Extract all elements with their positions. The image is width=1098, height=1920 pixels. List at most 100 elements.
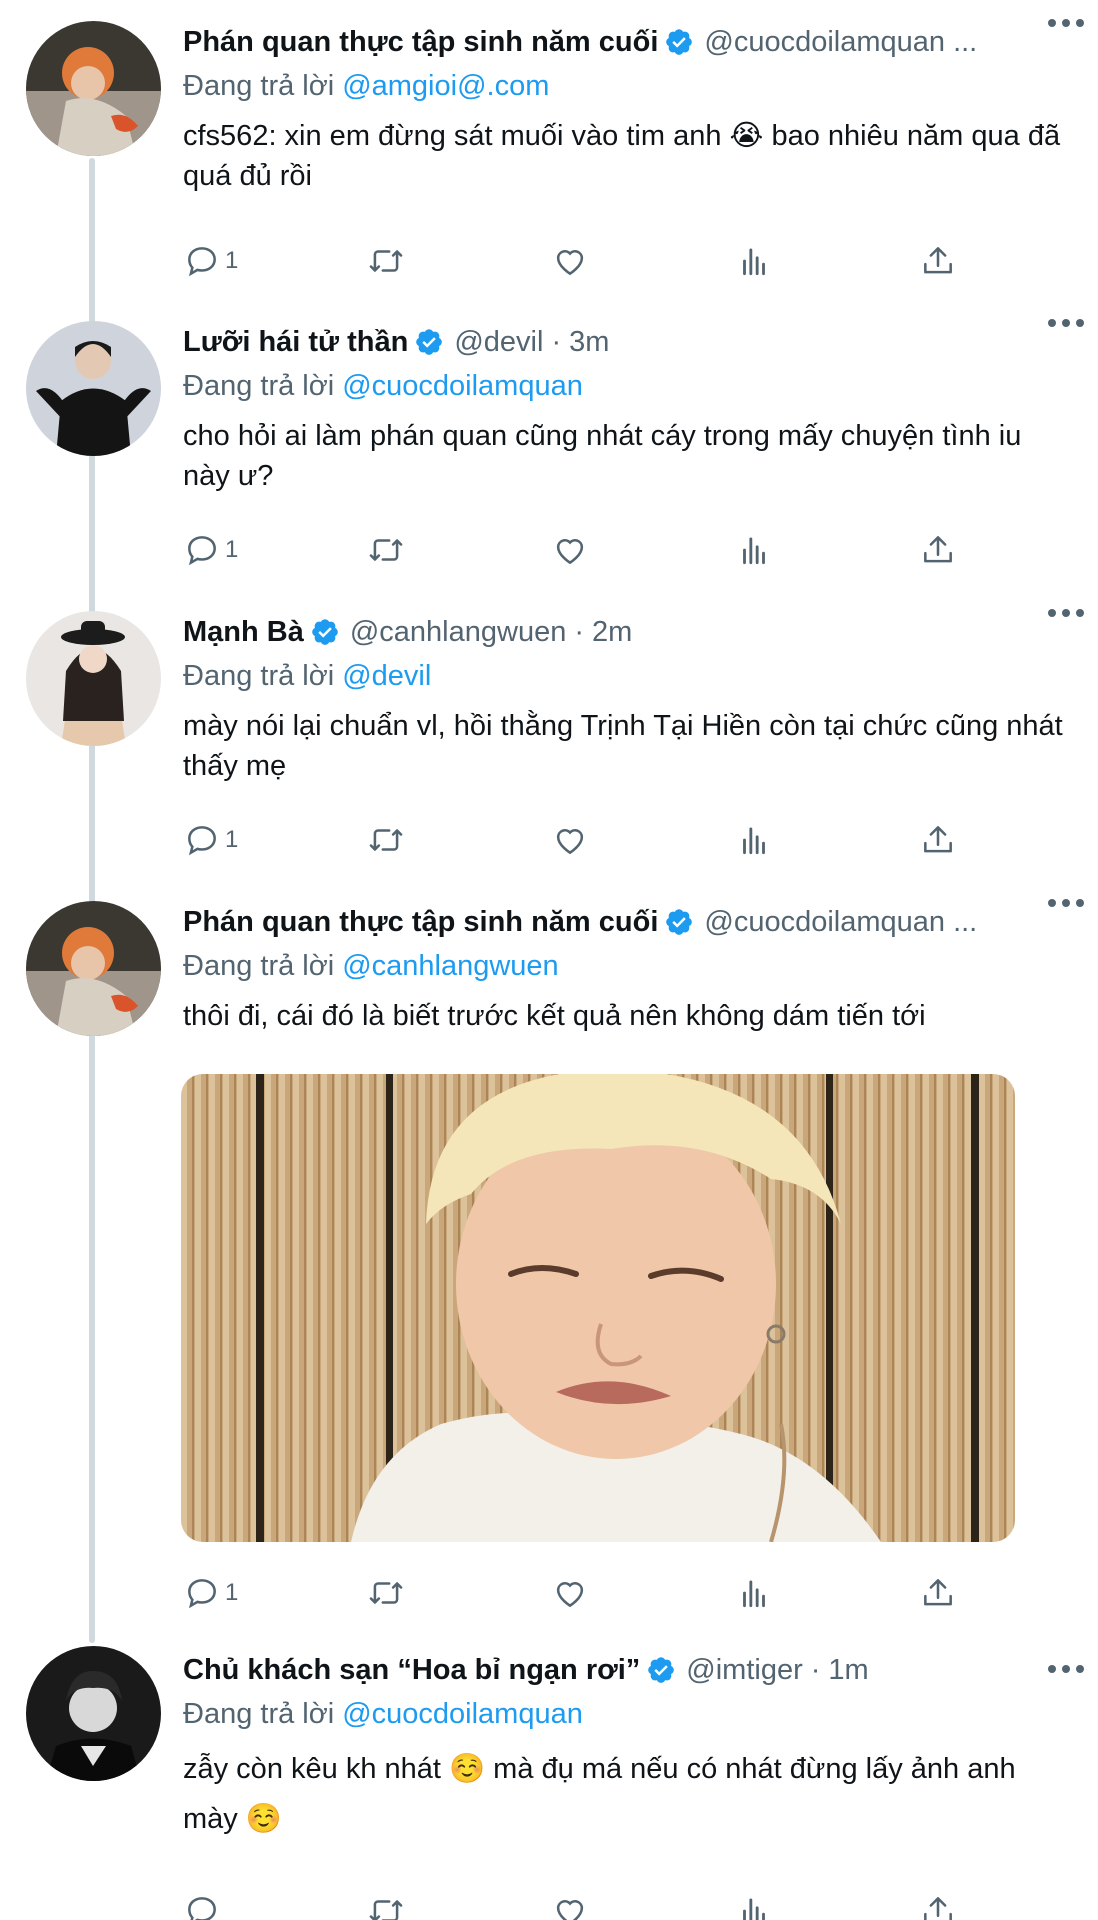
tweet-header: Mạnh Bà @canhlangwuen · 2m	[183, 608, 1078, 656]
replying-label: Đang trả lời	[183, 950, 335, 982]
reply-mention-link[interactable]: @canhlangwuen	[342, 950, 558, 982]
avatar[interactable]	[26, 321, 161, 456]
replying-to: Đang trả lời @amgioi@.com	[183, 66, 1078, 106]
tweet-3[interactable]: Mạnh Bà @canhlangwuen · 2m Đang trả lời @…	[0, 590, 1098, 880]
replying-to: Đang trả lời @cuocdoilamquan	[183, 366, 1078, 406]
reply-mention-link[interactable]: @devil	[342, 660, 431, 692]
views-button[interactable]	[735, 815, 773, 865]
retweet-button[interactable]	[367, 815, 405, 865]
views-icon	[735, 531, 773, 569]
avatar[interactable]	[26, 1646, 161, 1781]
retweet-button[interactable]	[367, 1568, 405, 1618]
retweet-button[interactable]	[367, 236, 405, 286]
reply-mention-link[interactable]: @cuocdoilamquan	[342, 1698, 583, 1730]
author-name[interactable]: Phán quan thực tập sinh năm cuối	[183, 906, 658, 939]
like-button[interactable]	[551, 815, 589, 865]
tweet-header: Phán quan thực tập sinh năm cuối @cuocdo…	[183, 898, 1078, 946]
tweet-4[interactable]: Phán quan thực tập sinh năm cuối @cuocdo…	[0, 880, 1098, 1620]
views-button[interactable]	[735, 1568, 773, 1618]
reply-count: 1	[225, 536, 239, 563]
reply-mention-link[interactable]: @cuocdoilamquan	[342, 370, 583, 402]
share-button[interactable]	[919, 1886, 957, 1920]
verified-badge-icon	[664, 907, 694, 937]
tweet-2[interactable]: Lưỡi hái tử thần @devil · 3m Đang trả lờ…	[0, 300, 1098, 590]
tweet-actions: 1	[183, 236, 1003, 286]
like-button[interactable]	[551, 525, 589, 575]
tweet-actions: 1	[183, 525, 1003, 575]
more-icon[interactable]	[1044, 598, 1088, 628]
separator-dot: ·	[810, 1653, 821, 1686]
more-icon[interactable]	[1044, 888, 1088, 918]
avatar[interactable]	[26, 21, 161, 156]
avatar[interactable]	[26, 901, 161, 1036]
views-button[interactable]	[735, 525, 773, 575]
tweet-header: Lưỡi hái tử thần @devil · 3m	[183, 318, 1078, 366]
views-button[interactable]	[735, 1886, 773, 1920]
more-icon[interactable]	[1044, 308, 1088, 338]
separator-dot: ·	[574, 615, 584, 648]
views-button[interactable]	[735, 236, 773, 286]
tweet-text: thôi đi, cái đó là biết trước kết quả nê…	[183, 1000, 926, 1032]
tweet-1[interactable]: Phán quan thực tập sinh năm cuối @cuocdo…	[0, 0, 1098, 300]
tweet-header: Chủ khách sạn “Hoa bỉ ngạn rơi” @imtiger…	[183, 1646, 1078, 1694]
tweet-5[interactable]: Chủ khách sạn “Hoa bỉ ngạn rơi” @imtiger…	[0, 1620, 1098, 1920]
views-icon	[735, 821, 773, 859]
like-button[interactable]	[551, 1568, 589, 1618]
reply-icon	[183, 242, 221, 280]
avatar[interactable]	[26, 611, 161, 746]
reply-button[interactable]: 1	[183, 815, 238, 865]
author-handle[interactable]: @canhlangwuen	[350, 616, 566, 649]
author-handle[interactable]: @imtiger	[686, 1654, 802, 1687]
retweet-button[interactable]	[367, 1886, 405, 1920]
author-name[interactable]: Phán quan thực tập sinh năm cuối	[183, 26, 658, 59]
author-name[interactable]: Lưỡi hái tử thần	[183, 326, 408, 359]
share-button[interactable]	[919, 1568, 957, 1618]
tweet-content: Phán quan thực tập sinh năm cuối @cuocdo…	[183, 18, 1078, 196]
replying-label: Đang trả lời	[183, 370, 335, 402]
like-button[interactable]	[551, 236, 589, 286]
author-handle[interactable]: @cuocdoilamquan ...	[704, 26, 977, 59]
share-button[interactable]	[919, 236, 957, 286]
verified-badge-icon	[414, 327, 444, 357]
tweet-content: Mạnh Bà @canhlangwuen · 2m Đang trả lời @…	[183, 608, 1078, 786]
retweet-button[interactable]	[367, 525, 405, 575]
views-icon	[735, 242, 773, 280]
tweet-text: cho hỏi ai làm phán quan cũng nhát cáy t…	[183, 420, 1030, 492]
like-icon	[551, 821, 589, 859]
more-icon[interactable]	[1044, 8, 1088, 38]
share-button[interactable]	[919, 525, 957, 575]
author-name[interactable]: Mạnh Bà	[183, 616, 304, 649]
replying-label: Đang trả lời	[183, 1698, 335, 1730]
tweet-actions	[183, 1886, 1003, 1920]
reply-button[interactable]: 1	[183, 236, 238, 286]
tweet-text: zẫy còn kêu kh nhát ☺️ mà đụ má nếu có n…	[183, 1753, 1024, 1835]
reply-button[interactable]: 1	[183, 525, 238, 575]
timeline-feed: Phán quan thực tập sinh năm cuối @cuocdo…	[0, 0, 1098, 1920]
retweet-icon	[367, 242, 405, 280]
timestamp[interactable]: 2m	[592, 616, 632, 649]
like-icon	[551, 1574, 589, 1612]
timestamp[interactable]: 3m	[569, 326, 609, 359]
reply-mention-link[interactable]: @amgioi@.com	[342, 70, 549, 102]
retweet-icon	[367, 1574, 405, 1612]
tweet-content: Chủ khách sạn “Hoa bỉ ngạn rơi” @imtiger…	[183, 1646, 1078, 1844]
retweet-icon	[367, 531, 405, 569]
tweet-text: mày nói lại chuẩn vl, hồi thằng Trịnh Tạ…	[183, 710, 1071, 782]
author-handle[interactable]: @devil	[454, 326, 543, 359]
author-name[interactable]: Chủ khách sạn “Hoa bỉ ngạn rơi”	[183, 1654, 640, 1687]
verified-badge-icon	[646, 1655, 676, 1685]
tweet-media-image[interactable]	[181, 1074, 1015, 1542]
share-icon	[919, 821, 957, 859]
tweet-header: Phán quan thực tập sinh năm cuối @cuocdo…	[183, 18, 1078, 66]
replying-to: Đang trả lời @devil	[183, 656, 1078, 696]
reply-button[interactable]	[183, 1886, 221, 1920]
like-button[interactable]	[551, 1886, 589, 1920]
tweet-actions: 1	[183, 815, 1003, 865]
reply-button[interactable]: 1	[183, 1568, 238, 1618]
share-icon	[919, 1574, 957, 1612]
author-handle[interactable]: @cuocdoilamquan ...	[704, 906, 977, 939]
timestamp[interactable]: 1m	[828, 1654, 868, 1687]
more-icon[interactable]	[1044, 1654, 1088, 1684]
retweet-icon	[367, 821, 405, 859]
share-button[interactable]	[919, 815, 957, 865]
